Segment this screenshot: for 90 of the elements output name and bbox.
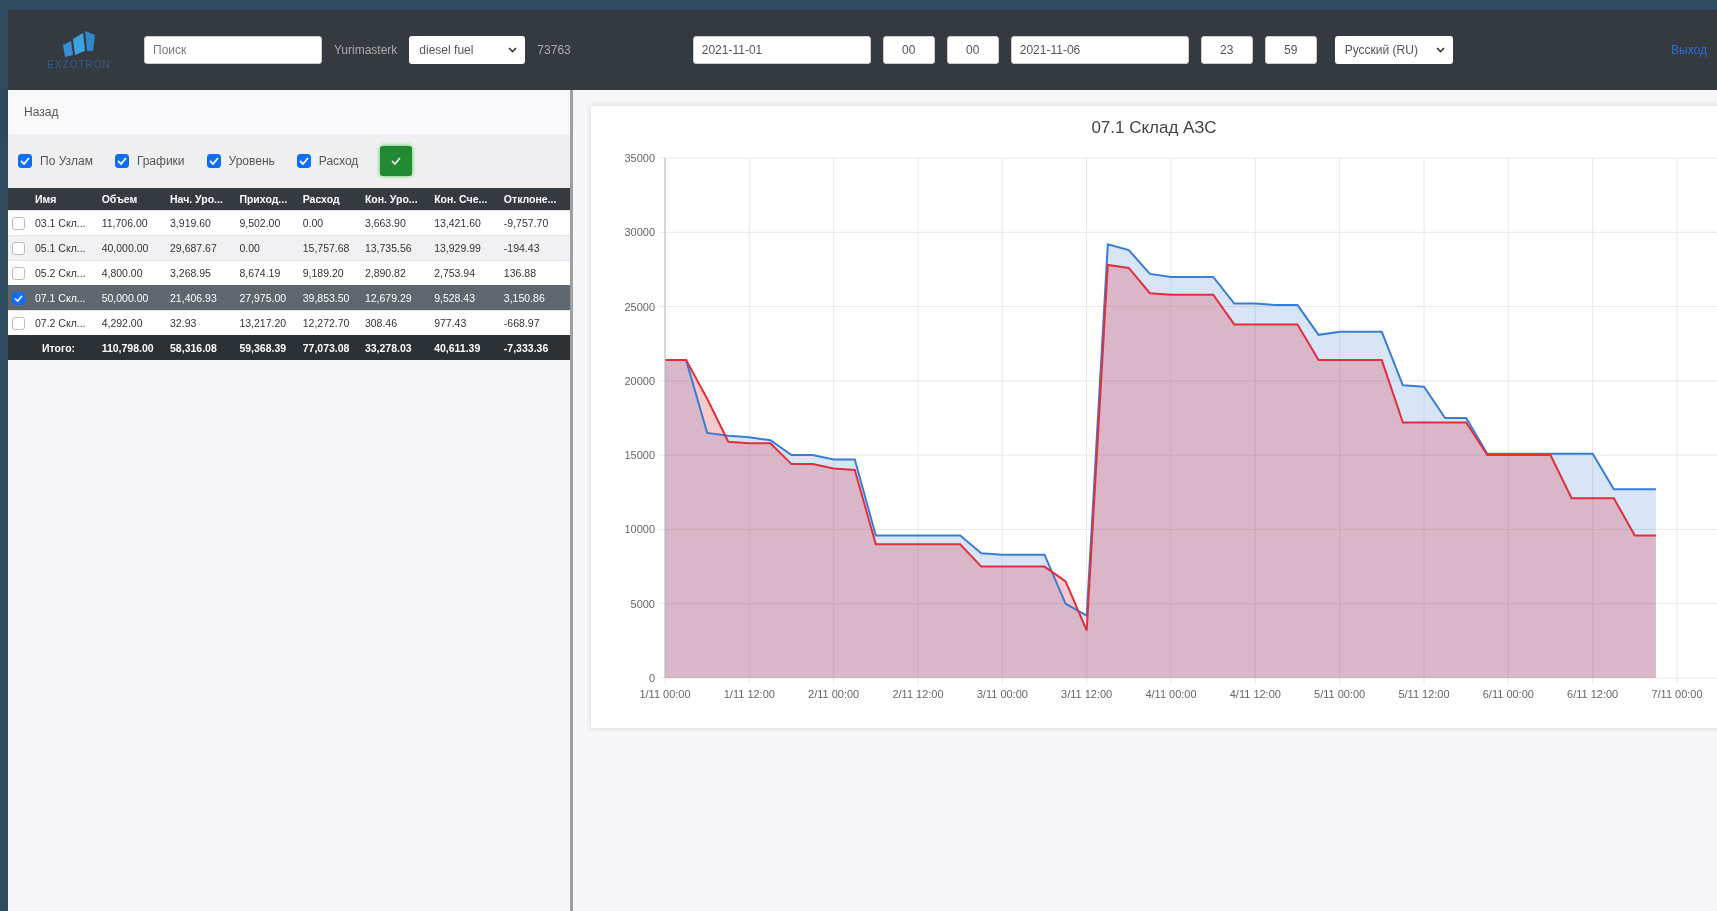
table-cell: 29,687.67 <box>167 235 237 261</box>
checkbox[interactable] <box>114 154 129 168</box>
user-name: Yurimasterk <box>334 43 398 57</box>
x-tick-label: 4/11 12:00 <box>1229 688 1281 700</box>
table-cell: 9,528.43 <box>431 285 501 311</box>
row-checkbox[interactable] <box>12 216 25 230</box>
table-cell: 0.00 <box>236 235 300 261</box>
row-checkbox[interactable] <box>12 316 25 330</box>
y-tick-label: 0 <box>648 672 655 684</box>
x-tick-label: 2/11 12:00 <box>892 688 944 700</box>
y-tick-label: 10000 <box>624 523 655 536</box>
column-header[interactable]: Объем <box>98 188 168 211</box>
checkbox[interactable] <box>206 154 221 168</box>
back-link[interactable]: Назад <box>24 105 59 119</box>
chart-title: 07.1 Склад АЗС <box>1090 118 1218 138</box>
hour-field[interactable]: 00 <box>882 36 935 64</box>
table-cell: 3,150.86 <box>500 285 570 311</box>
total-cell: 33,278.03 <box>361 335 432 360</box>
table-cell: 40,000.00 <box>98 235 168 261</box>
apply-button[interactable] <box>380 146 413 176</box>
x-tick-label: 4/11 00:00 <box>1145 688 1197 700</box>
table-cell: 15,757.68 <box>299 235 362 261</box>
y-tick-label: 25000 <box>624 300 655 313</box>
table-cell: 12,679.29 <box>361 285 432 311</box>
search-field[interactable]: Поиск <box>144 36 322 64</box>
row-checkbox[interactable] <box>12 266 25 280</box>
x-tick-label: 2/11 00:00 <box>808 688 860 700</box>
x-tick-label: 7/11 00:00 <box>1651 688 1703 700</box>
y-tick-label: 30000 <box>624 226 655 239</box>
x-tick-label: 1/11 00:00 <box>639 688 691 700</box>
column-header[interactable]: Кон. Уро... <box>361 188 432 211</box>
column-header[interactable]: Расход <box>299 188 362 211</box>
row-checkbox[interactable] <box>12 241 25 255</box>
column-header[interactable]: Отклоне... <box>500 188 570 211</box>
y-tick-label: 20000 <box>624 374 655 387</box>
caret-icon <box>1435 47 1445 53</box>
total-cell: 110,798.00 <box>98 335 168 360</box>
minute-field[interactable]: 00 <box>946 36 999 64</box>
brand-name: EXZOTRON <box>47 58 111 70</box>
language-select[interactable]: Русский (RU) <box>1334 36 1453 64</box>
table-cell: 3,663.90 <box>361 210 432 236</box>
checkbox-label: Уровень <box>228 154 275 168</box>
date-to-field[interactable]: 2021-11-06 <box>1010 36 1189 64</box>
table-cell: 05.1 Скл... <box>32 235 99 261</box>
caret-icon <box>508 47 518 53</box>
check-icon <box>391 157 402 165</box>
x-tick-label: 5/11 00:00 <box>1314 688 1366 700</box>
x-tick-label: 3/11 12:00 <box>1061 688 1113 700</box>
y-tick-label: 15000 <box>624 449 655 462</box>
table-cell: 27,975.00 <box>236 285 300 311</box>
table-cell: 13,929.99 <box>431 235 501 261</box>
x-tick-label: 6/11 00:00 <box>1482 688 1534 700</box>
table-cell: 21,406.93 <box>167 285 237 311</box>
table-cell: 13,735.56 <box>361 235 432 261</box>
y-tick-label: 5000 <box>630 597 655 610</box>
row-checkbox[interactable] <box>12 291 25 305</box>
column-header[interactable]: Приход... <box>236 188 300 211</box>
column-header[interactable]: Кон. Сче... <box>431 188 501 211</box>
checkbox-label: Графики <box>136 154 185 168</box>
checkbox-label: По Узлам <box>40 154 93 168</box>
total-cell: 77,073.08 <box>299 335 362 360</box>
column-header[interactable]: Имя <box>32 188 99 211</box>
total-cell: -7,333.36 <box>500 335 570 360</box>
table-cell: 39,853.50 <box>299 285 362 311</box>
hour-field[interactable]: 23 <box>1200 36 1253 64</box>
table-cell: 0.00 <box>299 210 362 236</box>
column-header[interactable]: Нач. Уро... <box>167 188 237 211</box>
total-cell: 59,368.39 <box>236 335 300 360</box>
date-from-field[interactable]: 2021-11-01 <box>692 36 871 64</box>
x-tick-label: 6/11 12:00 <box>1567 688 1619 700</box>
station-code: 73763 <box>537 43 571 57</box>
x-tick-label: 5/11 12:00 <box>1398 688 1450 700</box>
table-cell: 3,919.60 <box>167 210 237 236</box>
fuel-select[interactable]: diesel fuel <box>409 36 526 64</box>
total-cell: Итого: <box>32 335 99 360</box>
total-cell: 40,611.39 <box>431 335 501 360</box>
minute-field[interactable]: 59 <box>1264 36 1317 64</box>
checkbox[interactable] <box>18 154 32 168</box>
checkbox-label: Расход <box>318 154 359 168</box>
checkbox[interactable] <box>296 154 311 168</box>
x-tick-label: 3/11 00:00 <box>976 688 1028 700</box>
table-cell: 11,706.00 <box>98 210 168 236</box>
x-tick-label: 1/11 12:00 <box>723 688 775 700</box>
total-cell: 58,316.08 <box>167 335 237 360</box>
table-cell: 9,502.00 <box>236 210 300 236</box>
table-cell: 50,000.00 <box>98 285 168 311</box>
table-cell: 07.1 Скл... <box>32 285 99 311</box>
y-tick-label: 35000 <box>624 152 655 164</box>
table-cell: 03.1 Скл... <box>32 210 99 236</box>
table-cell: 13,421.60 <box>431 210 501 236</box>
